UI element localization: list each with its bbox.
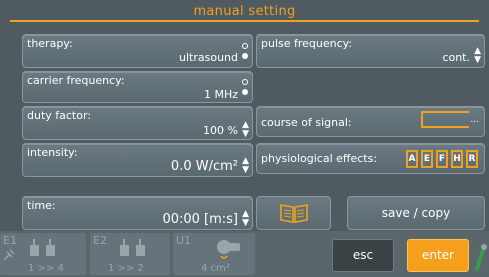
- intensity-value: 0.0 W/cm²: [170, 159, 238, 174]
- manual-button[interactable]: [256, 196, 331, 230]
- channel-e1[interactable]: E1 1 >> 4: [0, 233, 86, 275]
- up-down-arrow-icon: ▲ ▼: [242, 209, 249, 228]
- intensity-field[interactable]: intensity: 0.0 W/cm² ▲ ▼: [22, 143, 253, 177]
- channel-e1-value: 1 >> 4: [28, 263, 64, 274]
- up-down-arrow-icon: ▲ ▼: [242, 156, 249, 175]
- plug-icon: [3, 249, 15, 261]
- channel-e2[interactable]: E2 1 >> 2: [90, 233, 170, 275]
- signal-more-indicator: ...: [470, 115, 479, 125]
- carrier-frequency-label: carrier frequency:: [27, 74, 125, 87]
- title-divider: [10, 20, 479, 22]
- physiological-effects-label: physiological effects:: [261, 152, 378, 165]
- channel-u1[interactable]: U1 4 cm²: [173, 233, 255, 275]
- screen: manual setting therapy: ultrasound carri…: [0, 0, 489, 277]
- effect-letter: E: [421, 150, 433, 168]
- page-title: manual setting: [193, 4, 296, 19]
- physiological-effects-field[interactable]: physiological effects: A E F H R: [256, 143, 485, 174]
- header: manual setting: [0, 0, 489, 19]
- radio-indicator-icon: [242, 43, 249, 61]
- carrier-frequency-value: 1 MHz: [203, 88, 238, 101]
- time-label: time:: [27, 199, 56, 212]
- course-of-signal-label: course of signal:: [261, 116, 352, 129]
- up-down-arrow-icon: ▲ ▼: [474, 46, 481, 65]
- therapy-value: ultrasound: [179, 51, 238, 64]
- duty-factor-field[interactable]: duty factor: 100 % ▲ ▼: [22, 106, 253, 140]
- course-of-signal-field[interactable]: course of signal: ...: [256, 106, 485, 137]
- radio-indicator-icon: [242, 79, 249, 97]
- channel-u1-value: 4 cm²: [201, 263, 230, 274]
- duty-factor-label: duty factor:: [27, 109, 92, 122]
- channel-u1-label: U1: [176, 234, 192, 247]
- electrode-icon: [30, 239, 55, 256]
- effect-letter: H: [451, 150, 463, 168]
- therapy-label: therapy:: [27, 37, 73, 50]
- time-value: 00:00 [m:s]: [162, 212, 238, 227]
- pulse-frequency-value: cont.: [442, 51, 470, 64]
- carrier-frequency-field[interactable]: carrier frequency: 1 MHz: [22, 71, 253, 103]
- duty-factor-value: 100 %: [203, 124, 238, 137]
- channel-e2-value: 1 >> 2: [108, 263, 144, 274]
- signal-waveform-icon: ...: [421, 111, 479, 128]
- save-copy-label: save / copy: [381, 206, 451, 220]
- ultrasound-head-icon: [217, 240, 240, 259]
- intensity-label: intensity:: [27, 146, 78, 159]
- up-down-arrow-icon: ▲ ▼: [242, 120, 249, 139]
- channel-e1-label: E1: [3, 234, 17, 247]
- effect-letter: F: [436, 150, 448, 168]
- ultrasound-probe-icon: [475, 244, 487, 271]
- electrode-icon: [120, 239, 145, 256]
- time-field[interactable]: time: 00:00 [m:s] ▲ ▼: [22, 196, 253, 230]
- channel-e2-label: E2: [93, 234, 107, 247]
- esc-button[interactable]: esc: [332, 239, 394, 272]
- pulse-frequency-field[interactable]: pulse frequency: cont. ▲ ▼: [256, 34, 485, 68]
- pulse-frequency-label: pulse frequency:: [261, 37, 353, 50]
- book-icon: [279, 204, 308, 223]
- save-copy-button[interactable]: save / copy: [347, 196, 485, 230]
- effect-letter: R: [466, 150, 478, 168]
- therapy-field[interactable]: therapy: ultrasound: [22, 34, 253, 68]
- enter-button[interactable]: enter: [407, 239, 469, 272]
- effect-letter: A: [406, 150, 418, 168]
